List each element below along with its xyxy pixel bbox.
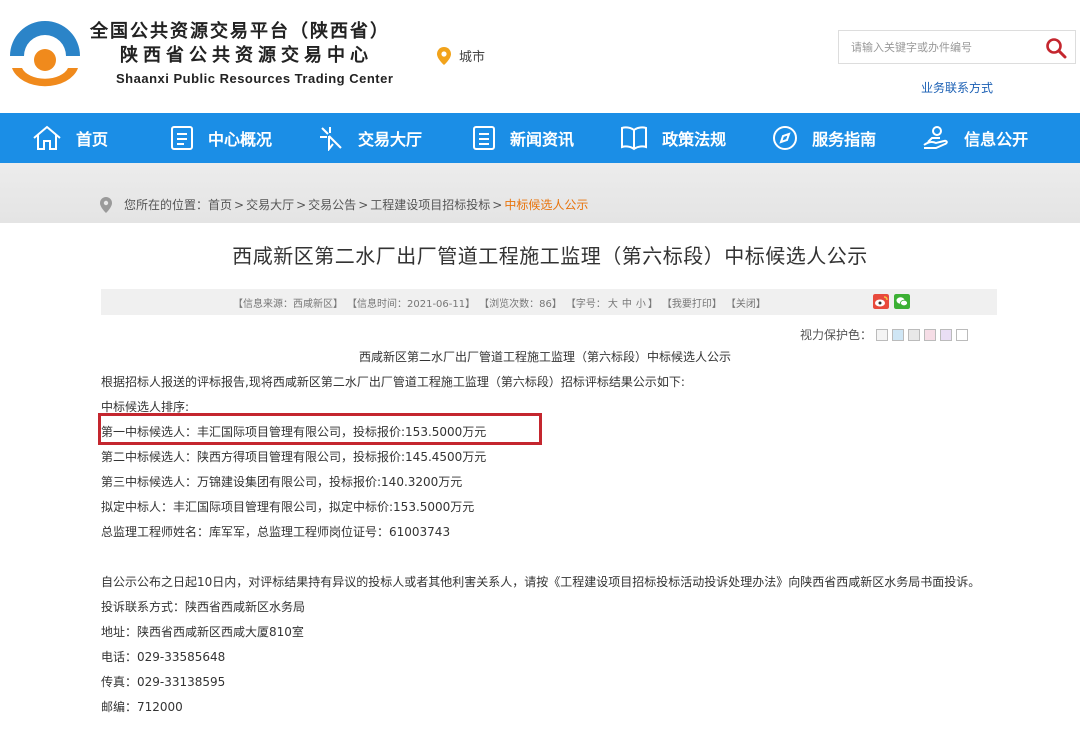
location-pin-icon xyxy=(100,196,112,213)
nav-label: 首页 xyxy=(76,130,109,149)
body-paragraph: 根据招标人报送的评标报告,现将西咸新区第二水厂出厂管道工程施工监理（第六标段）招… xyxy=(101,375,685,389)
print-button[interactable]: 【我要打印】 xyxy=(662,295,722,310)
book-icon xyxy=(621,126,648,151)
breadcrumb-separator: > xyxy=(234,197,245,212)
breadcrumb-trading-hall[interactable]: 交易大厅 xyxy=(246,196,294,213)
wechat-share-icon[interactable] xyxy=(894,294,910,309)
body-heading: 西咸新区第二水厂出厂管道工程施工监理（第六标段）中标候选人公示 xyxy=(358,350,731,364)
meta-source: 【信息来源：西咸新区】 xyxy=(233,298,343,310)
fax-line: 传真：029-33138595 xyxy=(101,675,226,689)
site-header: 全国公共资源交易平台（陕西省） 陕西省公共资源交易中心 Shaanxi Publ… xyxy=(0,0,1080,113)
first-candidate-highlight-box xyxy=(98,413,542,445)
breadcrumb-prefix: 您所在的位置： xyxy=(124,198,209,212)
complaint-notice: 自公示公布之日起10日内，对评标结果持有异议的投标人或者其他利害关系人，请按《工… xyxy=(101,575,981,589)
home-icon xyxy=(33,125,61,150)
postcode-line: 邮编：712000 xyxy=(101,700,183,714)
breadcrumb-band xyxy=(0,163,1080,223)
phone-line: 电话：029-33585648 xyxy=(101,650,226,664)
nav-item-home[interactable]: 首页 xyxy=(32,113,108,163)
nav-label: 中心概况 xyxy=(208,130,273,149)
nav-item-information-disclosure[interactable]: 信息公开 xyxy=(922,113,1028,163)
eye-color-swatch[interactable] xyxy=(924,328,937,341)
font-size-large-button[interactable]: 大 xyxy=(608,295,618,310)
nav-label: 交易大厅 xyxy=(358,130,423,149)
breadcrumb-separator: > xyxy=(296,197,307,212)
eye-protection-label: 视力保护色： xyxy=(800,328,873,342)
document-icon xyxy=(171,126,194,150)
address-line: 地址：陕西省西咸新区西咸大厦810室 xyxy=(101,625,304,639)
eye-color-swatch[interactable] xyxy=(892,328,905,341)
breadcrumb-current: 中标候选人公示 xyxy=(504,198,589,212)
breadcrumb-home[interactable]: 首页 xyxy=(208,196,232,213)
breadcrumb-announcements[interactable]: 交易公告 xyxy=(308,196,356,213)
eye-protection-colors: 视力保护色： xyxy=(800,326,969,343)
search-icon[interactable] xyxy=(1045,37,1067,59)
article-body: 西咸新区第二水厂出厂管道工程施工监理（第六标段）中标候选人公示 根据招标人报送的… xyxy=(101,345,1001,720)
font-size-small-button[interactable]: 小 xyxy=(636,295,646,310)
nav-label: 新闻资讯 xyxy=(510,130,575,149)
hand-icon xyxy=(923,126,948,149)
nav-label: 政策法规 xyxy=(662,130,727,149)
second-candidate-line: 第二中标候选人：陕西方得项目管理有限公司，投标报价:145.4500万元 xyxy=(101,450,487,464)
business-contact-link[interactable]: 业务联系方式 xyxy=(921,79,993,96)
site-logo[interactable] xyxy=(6,12,84,92)
nav-item-service-guide[interactable]: 服务指南 xyxy=(772,113,876,163)
city-selector[interactable]: 城市 xyxy=(437,46,485,65)
eye-color-swatch[interactable] xyxy=(908,328,921,341)
close-button[interactable]: 【关闭】 xyxy=(726,295,766,310)
third-candidate-line: 第三中标候选人：万锦建设集团有限公司，投标报价:140.3200万元 xyxy=(101,475,463,489)
compass-icon xyxy=(773,126,798,150)
meta-font-size-close-bracket: 】 xyxy=(647,298,658,310)
eye-color-swatch[interactable] xyxy=(956,328,969,341)
nav-item-trading-hall[interactable]: 交易大厅 xyxy=(318,113,422,163)
eye-color-swatch[interactable] xyxy=(940,328,953,341)
brand-title-primary: 全国公共资源交易平台（陕西省） xyxy=(90,21,390,42)
proposed-winner-line: 拟定中标人：丰汇国际项目管理有限公司，拟定中标价:153.5000万元 xyxy=(101,500,475,514)
nav-item-policy[interactable]: 政策法规 xyxy=(620,113,726,163)
search-box xyxy=(838,30,1076,64)
trade-hall-icon xyxy=(320,127,342,151)
city-label: 城市 xyxy=(459,50,486,65)
nav-item-center-overview[interactable]: 中心概况 xyxy=(170,113,272,163)
meta-time: 【信息时间：2021-06-11】 xyxy=(347,298,476,310)
brand-block: 全国公共资源交易平台（陕西省） 陕西省公共资源交易中心 Shaanxi Publ… xyxy=(90,20,393,88)
chief-supervisor-line: 总监理工程师姓名：库军军，总监理工程师岗位证号：61003743 xyxy=(101,525,451,539)
brand-title-secondary: 陕西省公共资源交易中心 xyxy=(120,45,373,66)
breadcrumb: 您所在的位置： 首页 > 交易大厅 > 交易公告 > 工程建设项目招标投标 > … xyxy=(100,196,588,213)
news-icon xyxy=(473,126,496,150)
breadcrumb-separator: > xyxy=(492,197,503,212)
nav-label: 服务指南 xyxy=(812,130,877,149)
article-meta-bar: 【信息来源：西咸新区】 【信息时间：2021-06-11】 【浏览次数：86】 … xyxy=(101,289,997,315)
meta-font-size-label: 【字号： xyxy=(565,298,606,310)
article-title: 西咸新区第二水厂出厂管道工程施工监理（第六标段）中标候选人公示 xyxy=(232,244,868,268)
brand-title-english: Shaanxi Public Resources Trading Center xyxy=(116,71,394,86)
font-size-medium-button[interactable]: 中 xyxy=(622,295,632,310)
breadcrumb-separator: > xyxy=(358,197,369,212)
complaint-contact-line: 投诉联系方式：陕西省西咸新区水务局 xyxy=(101,600,306,614)
main-nav: 首页 中心概况 交易大厅 新闻资讯 政策法规 服务指南 信息公开 xyxy=(0,113,1080,163)
location-pin-icon xyxy=(437,46,451,65)
nav-label: 信息公开 xyxy=(964,130,1029,149)
weibo-share-icon[interactable] xyxy=(873,294,889,309)
meta-views: 【浏览次数：86】 xyxy=(479,298,562,310)
search-input[interactable] xyxy=(839,31,1029,63)
breadcrumb-construction-bidding[interactable]: 工程建设项目招标投标 xyxy=(370,196,490,213)
nav-item-news[interactable]: 新闻资讯 xyxy=(472,113,574,163)
eye-color-swatch[interactable] xyxy=(876,328,889,341)
